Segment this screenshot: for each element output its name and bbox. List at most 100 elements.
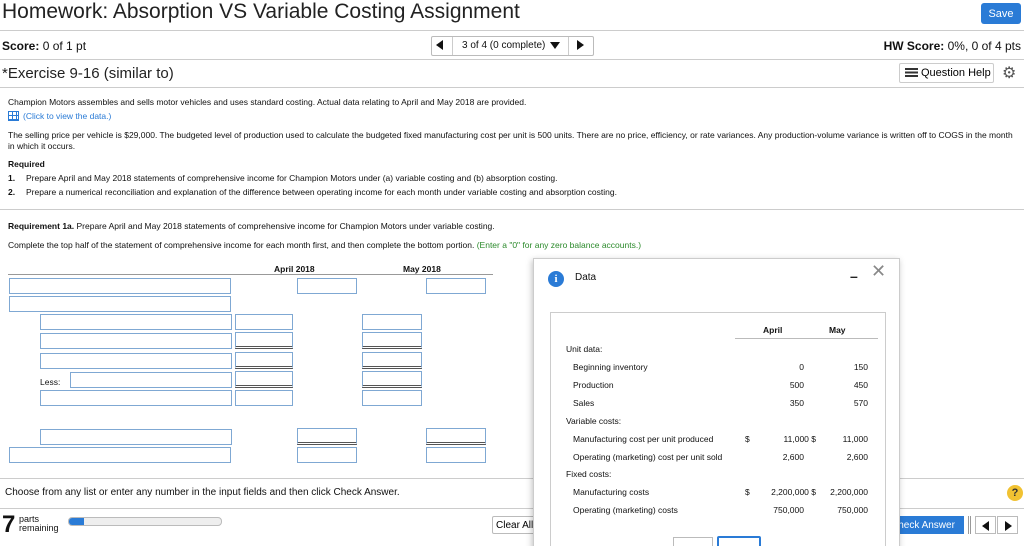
data-column-april: April — [763, 325, 783, 335]
statement-row-label-select[interactable] — [9, 447, 231, 463]
required-heading: Required — [8, 159, 45, 169]
next-button[interactable] — [997, 516, 1018, 534]
answer-instructions: Choose from any list or enter any number… — [5, 487, 400, 498]
requirement-text: Prepare April and May 2018 statements of… — [26, 173, 558, 183]
april-amount-input[interactable] — [297, 447, 357, 463]
may-amount-input[interactable] — [426, 447, 486, 463]
april-amount-input[interactable] — [235, 352, 293, 369]
progress-fill — [69, 518, 85, 525]
less-label: Less: — [40, 377, 61, 387]
may-amount-input[interactable] — [362, 390, 422, 406]
april-amount-input[interactable] — [235, 332, 293, 349]
may-amount-input[interactable] — [362, 332, 422, 349]
help-icon[interactable]: ? — [1007, 485, 1023, 501]
nav-divider — [568, 37, 569, 55]
score-divider — [0, 59, 1024, 60]
fixed-mfg-label: Manufacturing costs — [573, 487, 650, 497]
header-divider — [0, 30, 1024, 31]
hw-score: HW Score: 0%, 0 of 4 pts — [884, 39, 1021, 53]
requirement-number: 2. — [8, 187, 16, 197]
previous-question-icon[interactable] — [436, 40, 443, 50]
may-amount-input[interactable] — [362, 371, 422, 388]
question-help-label: Question Help — [921, 67, 991, 79]
list-icon — [905, 68, 918, 77]
minimize-icon[interactable]: – — [850, 268, 858, 284]
beginning-inventory-april: 0 — [799, 362, 804, 372]
unit-data-heading: Unit data: — [566, 344, 603, 354]
statement-row-label-select[interactable] — [40, 429, 232, 445]
intro-text: Champion Motors assembles and sells moto… — [8, 97, 527, 107]
mfg-cost-april: 11,000 $ — [783, 434, 816, 444]
beginning-inventory-may: 150 — [853, 362, 868, 372]
april-amount-input[interactable] — [235, 371, 293, 388]
statement-row-label-select[interactable] — [40, 333, 232, 349]
currency-symbol: $ — [745, 434, 750, 444]
previous-button[interactable] — [975, 516, 996, 534]
may-amount-input[interactable] — [426, 428, 486, 445]
april-amount-input[interactable] — [297, 278, 357, 294]
instructions-hint: (Enter a "0" for any zero balance accoun… — [476, 240, 642, 250]
april-amount-input[interactable] — [235, 390, 293, 406]
may-amount-input[interactable] — [426, 278, 486, 294]
fixed-mfg-may: 2,200,000 — [830, 487, 868, 497]
chevron-right-icon — [1005, 521, 1012, 531]
view-data-link[interactable]: (Click to view the data.) — [8, 111, 111, 121]
requirement-1a-text: Prepare April and May 2018 statements of… — [74, 221, 495, 231]
operating-cost-label: Operating (marketing) cost per unit sold — [573, 452, 723, 462]
view-data-label[interactable]: (Click to view the data.) — [23, 111, 111, 121]
mfg-cost-may: 11,000 — [842, 434, 868, 444]
table-top-rule — [8, 274, 493, 275]
page-title: Homework: Absorption VS Variable Costing… — [2, 0, 520, 23]
header-underline — [735, 338, 878, 339]
nav-divider — [452, 37, 453, 55]
variable-costs-heading: Variable costs: — [566, 416, 622, 426]
score: Score: 0 of 1 pt — [2, 39, 86, 53]
sales-label: Sales — [573, 398, 595, 408]
print-button[interactable] — [673, 537, 713, 546]
requirement-number: 1. — [8, 173, 16, 183]
check-answer-button[interactable]: Check Answer — [896, 516, 964, 534]
exercise-divider — [0, 87, 1024, 88]
requirement-1a: Requirement 1a. Prepare April and May 20… — [8, 221, 495, 231]
may-amount-input[interactable] — [362, 314, 422, 330]
toolbar-separator — [968, 516, 971, 534]
fixed-operating-label: Operating (marketing) costs — [573, 505, 678, 515]
may-amount-input[interactable] — [362, 352, 422, 369]
mfg-cost-label: Manufacturing cost per unit produced — [573, 434, 714, 444]
production-may: 450 — [853, 380, 868, 390]
fixed-mfg-april: 2,200,000 $ — [771, 487, 816, 497]
selling-price-text: The selling price per vehicle is $29,000… — [8, 130, 1013, 151]
exercise-title: *Exercise 9-16 (similar to) — [2, 65, 174, 82]
april-amount-input[interactable] — [235, 314, 293, 330]
save-button[interactable]: Save — [981, 3, 1021, 24]
hw-score-value: 0%, 0 of 4 pts — [947, 39, 1021, 53]
next-question-icon[interactable] — [577, 40, 584, 50]
requirement-2: 2. Prepare a numerical reconciliation and… — [8, 187, 617, 197]
statement-row-label-select[interactable] — [9, 296, 231, 312]
fixed-operating-may: 750,000 — [837, 505, 868, 515]
chevron-down-icon[interactable] — [550, 42, 560, 49]
april-amount-input[interactable] — [297, 428, 357, 445]
question-help-button[interactable]: Question Help — [899, 63, 994, 83]
requirement-1a-label: Requirement 1a. — [8, 221, 75, 231]
instructions-main: Complete the top half of the statement o… — [8, 240, 477, 250]
statement-row-label-select[interactable] — [40, 390, 232, 406]
statement-row-label-select[interactable] — [70, 372, 232, 388]
statement-row-label-select[interactable] — [9, 278, 231, 294]
dialog-title: Data — [575, 272, 597, 283]
statement-row-label-select[interactable] — [40, 314, 232, 330]
data-column-may: May — [829, 325, 846, 335]
sales-may: 570 — [853, 398, 868, 408]
hw-score-label: HW Score: — [883, 39, 945, 53]
operating-cost-may: 2,600 — [846, 452, 868, 462]
score-label: Score: — [2, 39, 40, 53]
parts-remaining-count: 7 — [2, 511, 16, 538]
instructions-text: Complete the top half of the statement o… — [8, 240, 641, 250]
close-icon[interactable]: ✕ — [871, 261, 886, 282]
gear-icon[interactable]: ⚙ — [1002, 63, 1016, 83]
column-header-may: May 2018 — [403, 264, 441, 274]
question-select[interactable]: 3 of 4 (0 complete) — [462, 40, 545, 51]
statement-row-label-select[interactable] — [40, 353, 232, 369]
done-button[interactable] — [717, 536, 761, 546]
fixed-operating-april: 750,000 — [773, 505, 804, 515]
